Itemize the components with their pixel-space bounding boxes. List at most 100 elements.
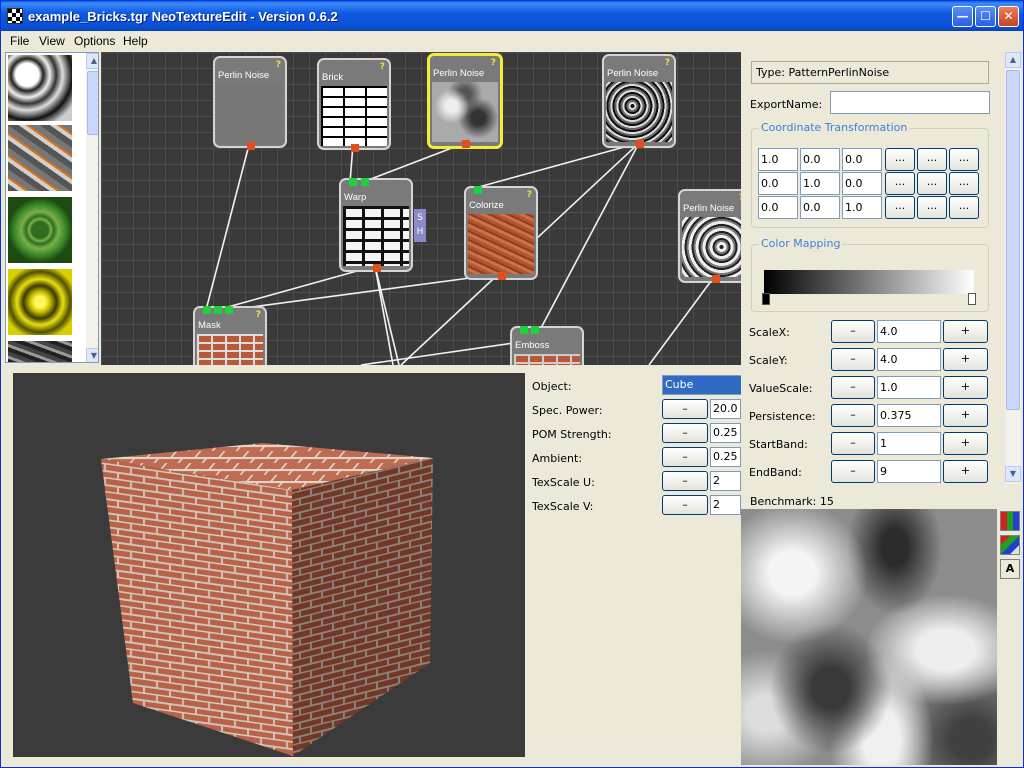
startband-minus-button[interactable]: – <box>831 432 875 455</box>
input-port[interactable] <box>474 186 482 194</box>
node-help-icon[interactable]: ? <box>256 310 261 320</box>
spec-power-field[interactable]: 20.0 <box>710 399 741 419</box>
color-gradient-bar[interactable] <box>764 270 974 294</box>
output-port[interactable] <box>462 140 470 148</box>
endband-plus-button[interactable]: + <box>943 460 988 483</box>
matrix-cell-2-1[interactable]: 0.0 <box>800 196 840 219</box>
texture-2d-preview[interactable] <box>741 509 997 765</box>
pattern-thumbnail-list[interactable]: ▲ ▼ <box>5 52 99 363</box>
input-port[interactable] <box>203 306 211 314</box>
properties-scrollbar[interactable]: ▲ ▼ <box>1005 52 1021 484</box>
node-emboss[interactable]: Emboss <box>510 326 584 365</box>
scaley-minus-button[interactable]: – <box>831 348 875 371</box>
rgba-channels-icon[interactable] <box>1000 535 1020 555</box>
s-toggle[interactable]: S <box>417 213 423 223</box>
scrollbar-thumb[interactable] <box>87 71 98 135</box>
scalex-minus-button[interactable]: – <box>831 320 875 343</box>
scaley-field[interactable]: 4.0 <box>877 348 941 371</box>
matrix-row-1-button-3[interactable]: ... <box>949 172 979 195</box>
title-bar[interactable]: example_Bricks.tgr NeoTextureEdit - Vers… <box>1 1 1023 31</box>
matrix-row-1-button-1[interactable]: ... <box>885 172 915 195</box>
matrix-cell-2-2[interactable]: 1.0 <box>842 196 882 219</box>
node-help-icon[interactable]: ? <box>276 60 281 70</box>
ambient-field[interactable]: 0.25 <box>710 447 741 467</box>
matrix-cell-1-2[interactable]: 0.0 <box>842 172 882 195</box>
object-select[interactable]: Cube <box>662 375 742 395</box>
marble-pattern-icon[interactable] <box>8 55 72 121</box>
valuescale-plus-button[interactable]: + <box>943 376 988 399</box>
matrix-cell-0-1[interactable]: 0.0 <box>800 148 840 171</box>
dark-rock-icon[interactable] <box>8 341 72 362</box>
menu-options[interactable]: Options <box>74 34 115 48</box>
scroll-up-icon[interactable]: ▲ <box>86 53 98 69</box>
rgb-channels-icon[interactable] <box>1000 511 1020 531</box>
matrix-cell-2-0[interactable]: 0.0 <box>758 196 798 219</box>
node-brick[interactable]: ? Brick <box>317 58 391 152</box>
output-port[interactable] <box>373 264 381 272</box>
matrix-row-2-button-2[interactable]: ... <box>917 196 947 219</box>
input-port[interactable] <box>225 306 233 314</box>
startband-field[interactable]: 1 <box>877 432 941 455</box>
yellow-star-icon[interactable] <box>8 269 72 335</box>
matrix-row-2-button-1[interactable]: ... <box>885 196 915 219</box>
scroll-down-icon[interactable]: ▼ <box>1005 466 1021 482</box>
matrix-row-0-button-3[interactable]: ... <box>949 148 979 171</box>
gradient-stop-white[interactable] <box>968 293 976 305</box>
scrollbar-thumb[interactable] <box>1006 70 1020 410</box>
input-port[interactable] <box>520 326 528 334</box>
texscale-u-field[interactable]: 2 <box>710 471 741 491</box>
node-help-icon[interactable]: ? <box>527 190 532 200</box>
node-warp[interactable]: Warp <box>339 178 413 272</box>
texscale-u-minus-button[interactable]: – <box>662 471 708 491</box>
node-colorize[interactable]: ? Colorize <box>464 186 538 280</box>
node-help-icon[interactable]: ? <box>491 58 496 68</box>
sh-toggle-tab[interactable]: S H <box>414 209 426 242</box>
output-port[interactable] <box>351 144 359 152</box>
output-port[interactable] <box>498 272 506 280</box>
output-port[interactable] <box>712 275 720 283</box>
export-name-input[interactable] <box>830 91 990 114</box>
valuescale-minus-button[interactable]: – <box>831 376 875 399</box>
matrix-cell-0-2[interactable]: 0.0 <box>842 148 882 171</box>
scalex-plus-button[interactable]: + <box>943 320 988 343</box>
ambient-minus-button[interactable]: – <box>662 447 708 467</box>
output-port[interactable] <box>247 142 255 150</box>
node-perlin-noise-2-selected[interactable]: ? Perlin Noise <box>427 53 503 149</box>
input-port[interactable] <box>361 178 369 186</box>
lava-rock-icon[interactable] <box>8 125 72 191</box>
endband-minus-button[interactable]: – <box>831 460 875 483</box>
node-mask[interactable]: ? Mask <box>193 306 267 365</box>
texscale-v-field[interactable]: 2 <box>710 495 741 515</box>
matrix-row-1-button-2[interactable]: ... <box>917 172 947 195</box>
matrix-row-2-button-3[interactable]: ... <box>949 196 979 219</box>
scalex-field[interactable]: 4.0 <box>877 320 941 343</box>
node-help-icon[interactable]: ? <box>380 62 385 72</box>
matrix-cell-1-0[interactable]: 0.0 <box>758 172 798 195</box>
node-help-icon[interactable]: ? <box>665 58 670 68</box>
green-cells-icon[interactable] <box>8 197 72 263</box>
maximize-button[interactable]: ☐ <box>975 6 996 27</box>
valuescale-field[interactable]: 1.0 <box>877 376 941 399</box>
matrix-row-0-button-2[interactable]: ... <box>917 148 947 171</box>
output-port[interactable] <box>636 140 644 148</box>
persistence-minus-button[interactable]: – <box>831 404 875 427</box>
alpha-channel-icon[interactable]: A <box>1000 559 1020 579</box>
menu-help[interactable]: Help <box>123 34 148 48</box>
node-perlin-noise-1[interactable]: ? Perlin Noise <box>213 56 287 150</box>
endband-field[interactable]: 9 <box>877 460 941 483</box>
input-port[interactable] <box>214 306 222 314</box>
scroll-up-icon[interactable]: ▲ <box>1005 52 1021 68</box>
gradient-stop-black[interactable] <box>762 293 770 305</box>
thumbnail-scrollbar[interactable]: ▲ ▼ <box>86 53 98 362</box>
persistence-plus-button[interactable]: + <box>943 404 988 427</box>
persistence-field[interactable]: 0.375 <box>877 404 941 427</box>
startband-plus-button[interactable]: + <box>943 432 988 455</box>
menu-file[interactable]: File <box>10 34 29 48</box>
checkerboard-app-icon[interactable] <box>7 8 23 24</box>
pom-strength-field[interactable]: 0.25 <box>710 423 741 443</box>
matrix-cell-0-0[interactable]: 1.0 <box>758 148 798 171</box>
node-perlin-noise-4[interactable]: ? Perlin Noise <box>678 189 741 283</box>
matrix-cell-1-1[interactable]: 1.0 <box>800 172 840 195</box>
close-button[interactable]: ✕ <box>998 6 1019 27</box>
minimize-button[interactable]: — <box>952 6 973 27</box>
